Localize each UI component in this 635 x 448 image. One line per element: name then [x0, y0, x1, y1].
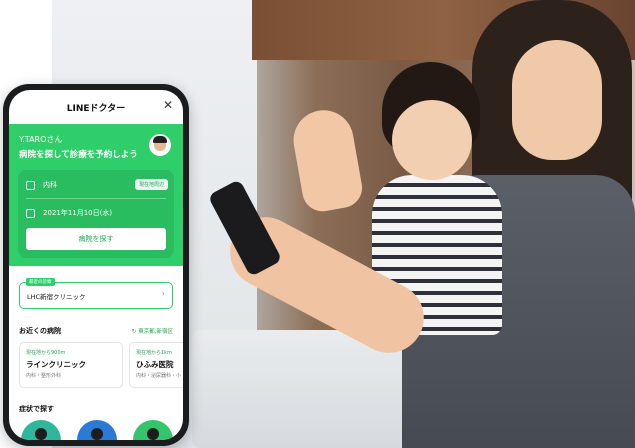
- location-link[interactable]: ↻ 東京都,新宿区: [132, 327, 173, 335]
- search-panel: Y.TAROさん 病院を探して診療を予約しよう 内科 現在地周辺 2021年11…: [9, 124, 183, 266]
- nearby-title: お近くの病院: [19, 327, 61, 335]
- photo-waving-hand: [288, 105, 366, 215]
- avatar[interactable]: [149, 134, 171, 156]
- department-value: 内科: [43, 181, 57, 189]
- avatar-hair: [153, 136, 167, 143]
- calendar-icon: [26, 208, 35, 218]
- hospital-name: ひふみ医院: [136, 360, 174, 369]
- hospital-departments: 内科・泌尿器科・小: [136, 373, 182, 379]
- app-title: LINEドクター: [66, 104, 126, 114]
- recent-clinic-card[interactable]: 最近の診察 LHC新宿クリニック ›: [19, 278, 173, 309]
- hospital-name: ラインクリニック: [26, 360, 86, 369]
- hospital-icon: [26, 180, 35, 190]
- symptom-category[interactable]: [133, 420, 173, 440]
- hospital-departments: 内科・整形外科: [26, 373, 62, 379]
- symptom-icon: [147, 428, 159, 440]
- date-value: 2021年11月10日(水): [43, 209, 113, 217]
- hospital-card[interactable]: 現在地から900m ラインクリニック 内科・整形外科: [19, 342, 123, 388]
- department-field[interactable]: 内科: [26, 178, 57, 192]
- photo-child-face: [392, 100, 472, 180]
- hospital-card[interactable]: 現在地から1km ひふみ医院 内科・泌尿器科・小: [129, 342, 183, 388]
- hospital-distance: 現在地から1km: [136, 350, 172, 356]
- symptoms-title: 症状で探す: [19, 405, 54, 413]
- find-hospital-button[interactable]: 病院を探す: [26, 228, 166, 250]
- search-box: 内科 現在地周辺 2021年11月10日(水) 病院を探す: [18, 170, 174, 258]
- location-label: 東京都,新宿区: [138, 329, 173, 335]
- app-header: LINEドクター ✕: [9, 90, 183, 125]
- hospital-distance: 現在地から900m: [26, 350, 66, 356]
- greeting-subtitle: 病院を探して診療を予約しよう: [19, 150, 138, 160]
- symptom-icon: [35, 428, 47, 440]
- date-field[interactable]: 2021年11月10日(水): [26, 206, 112, 220]
- symptom-category[interactable]: [77, 420, 117, 440]
- chevron-right-icon: ›: [161, 289, 165, 298]
- close-icon[interactable]: ✕: [163, 98, 173, 112]
- near-location-chip[interactable]: 現在地周辺: [134, 179, 168, 190]
- photo-woman-face: [512, 40, 602, 160]
- symptom-icon: [91, 428, 103, 440]
- app-screen: LINEドクター ✕ Y.TAROさん 病院を探して診療を予約しよう 内科 現在…: [9, 90, 183, 440]
- divider: [26, 198, 166, 199]
- recent-clinic-name: LHC新宿クリニック: [27, 293, 86, 301]
- phone-mockup: LINEドクター ✕ Y.TAROさん 病院を探して診療を予約しよう 内科 現在…: [3, 84, 189, 446]
- symptom-category[interactable]: [21, 420, 61, 440]
- user-name: Y.TAROさん: [19, 135, 63, 144]
- recent-tag: 最近の診察: [26, 278, 55, 286]
